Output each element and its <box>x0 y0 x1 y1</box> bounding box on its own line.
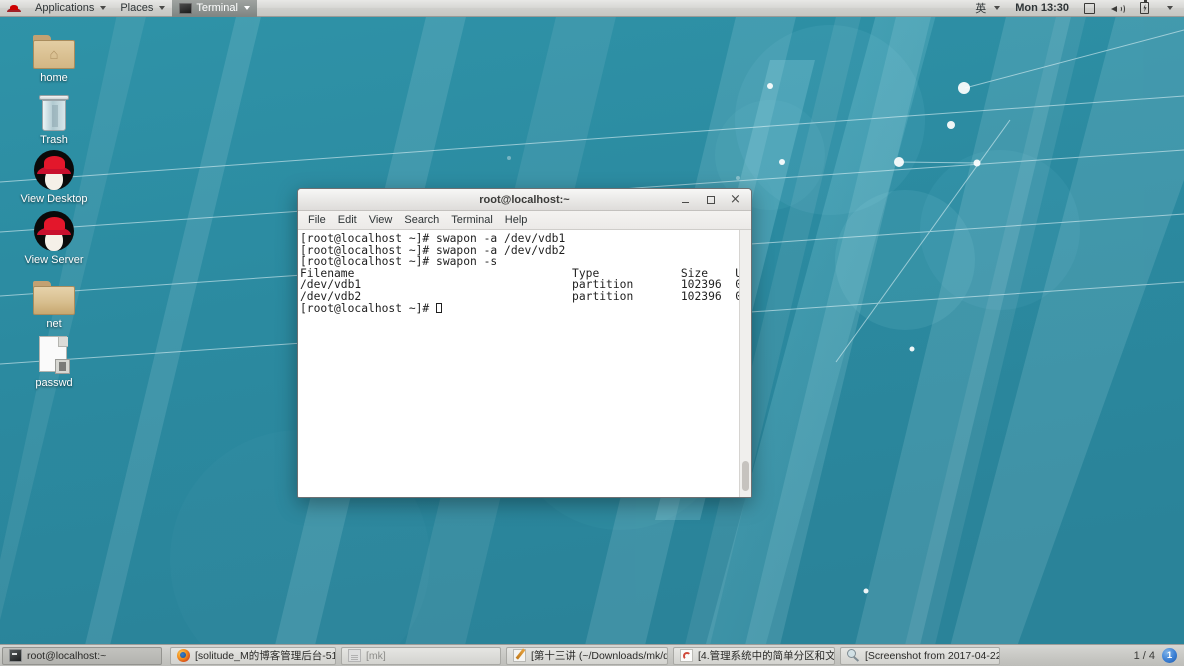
taskbar-item-label: [4.管理系统中的简单分区和文件系... <box>698 650 835 662</box>
redhat-icon <box>11 146 97 190</box>
taskbar-item-label: [mk] <box>366 649 386 662</box>
desktop-screen: Applications Places Terminal 英 Mon 13:30 <box>0 0 1184 666</box>
maximize-button[interactable] <box>704 193 717 206</box>
taskbar-item-gedit[interactable]: [第十三讲 (~/Downloads/mk/doc/... <box>506 646 668 665</box>
active-window-label: Terminal <box>196 2 238 14</box>
desktop-icon-label: home <box>40 72 68 84</box>
workspace-count-label: 1 / 4 <box>1133 649 1155 662</box>
places-menu-label: Places <box>120 2 154 14</box>
applications-menu[interactable]: Applications <box>28 0 113 17</box>
taskbar-item-label: [Screenshot from 2017-04-22 1... <box>865 649 1000 662</box>
volume-indicator[interactable] <box>1104 0 1131 17</box>
desktop-icon-home[interactable]: ⌂ home <box>11 25 97 84</box>
desktop-icon-view-desktop[interactable]: View Desktop <box>11 146 97 205</box>
trash-icon <box>11 87 97 131</box>
top-panel: Applications Places Terminal 英 Mon 13:30 <box>0 0 1184 17</box>
close-icon: × <box>730 192 741 207</box>
battery-icon <box>1140 0 1149 14</box>
folder-home-icon: ⌂ <box>11 25 97 69</box>
applications-menu-label: Applications <box>35 2 95 14</box>
terminal-scrollbar[interactable] <box>739 230 751 497</box>
desktop-icon-net[interactable]: net <box>11 271 97 330</box>
desktop-icon-label: Trash <box>40 134 68 146</box>
scrollbar-thumb[interactable] <box>742 461 749 491</box>
battery-indicator[interactable] <box>1133 0 1156 17</box>
menu-file[interactable]: File <box>302 211 332 230</box>
file-manager-icon <box>348 649 361 662</box>
terminal-output[interactable]: [root@localhost ~]# swapon -a /dev/vdb1 … <box>298 230 739 497</box>
menu-terminal[interactable]: Terminal <box>445 211 499 230</box>
taskbar-item-pdf[interactable]: [4.管理系统中的简单分区和文件系... <box>673 646 835 665</box>
bottom-panel: root@localhost:~ [solitude_M的博客管理后台-51..… <box>0 644 1184 666</box>
places-menu[interactable]: Places <box>113 0 172 17</box>
pdf-icon <box>680 649 693 662</box>
system-menu-button[interactable] <box>1158 0 1180 17</box>
terminal-icon <box>9 649 22 662</box>
chevron-down-icon <box>1167 6 1173 10</box>
input-method-label: 英 <box>975 3 987 15</box>
terminal-icon <box>179 2 193 14</box>
chevron-down-icon <box>159 6 166 10</box>
desktop-icon-label: View Server <box>24 254 84 266</box>
image-viewer-icon <box>847 649 860 662</box>
taskbar-item-label: [第十三讲 (~/Downloads/mk/doc/... <box>531 650 668 662</box>
desktop-icon-label: passwd <box>35 377 73 389</box>
input-method-indicator[interactable]: 英 <box>966 0 1007 17</box>
gedit-icon <box>513 649 526 662</box>
file-icon <box>11 330 97 374</box>
status-indicators: 英 Mon 13:30 <box>966 0 1184 17</box>
folder-icon <box>11 271 97 315</box>
clock[interactable]: Mon 13:30 <box>1009 2 1075 14</box>
terminal-cursor <box>436 302 443 313</box>
workspace-badge[interactable]: 1 <box>1162 648 1177 663</box>
terminal-window[interactable]: root@localhost:~ × File Edit View Search… <box>297 188 752 498</box>
chevron-down-icon <box>994 6 1001 10</box>
menu-view[interactable]: View <box>363 211 399 230</box>
desktop-icon-passwd[interactable]: passwd <box>11 330 97 389</box>
active-window-menu[interactable]: Terminal <box>172 0 257 17</box>
minimize-button[interactable] <box>679 193 692 206</box>
display-icon <box>1084 2 1095 14</box>
menu-help[interactable]: Help <box>499 211 534 230</box>
redhat-menu-logo[interactable] <box>0 0 28 17</box>
chevron-down-icon <box>100 6 107 10</box>
window-controls: × <box>679 193 751 206</box>
taskbar-item-terminal[interactable]: root@localhost:~ <box>2 646 162 665</box>
taskbar-item-firefox[interactable]: [solitude_M的博客管理后台-51... <box>170 646 336 665</box>
desktop-icon-label: View Desktop <box>20 193 88 205</box>
redhat-icon <box>11 207 97 251</box>
menu-edit[interactable]: Edit <box>332 211 363 230</box>
redhat-logo-icon <box>7 2 21 14</box>
taskbar-item-label: root@localhost:~ <box>27 649 107 662</box>
taskbar-item-label: [solitude_M的博客管理后台-51... <box>195 650 336 662</box>
firefox-icon <box>177 649 190 662</box>
taskbar-item-mk[interactable]: [mk] <box>341 646 501 665</box>
desktop-icon-trash[interactable]: Trash <box>11 87 97 146</box>
close-button[interactable]: × <box>729 193 742 206</box>
terminal-text: [root@localhost ~]# swapon -a /dev/vdb1 … <box>300 232 739 315</box>
workspace-switcher[interactable]: 1 / 4 1 <box>1134 648 1184 663</box>
desktop-icon-label: net <box>46 318 62 330</box>
terminal-body[interactable]: [root@localhost ~]# swapon -a /dev/vdb1 … <box>298 230 751 497</box>
taskbar-item-screenshot[interactable]: [Screenshot from 2017-04-22 1... <box>840 646 1000 665</box>
volume-icon <box>1111 3 1125 14</box>
terminal-titlebar[interactable]: root@localhost:~ × <box>298 189 751 211</box>
terminal-menubar: File Edit View Search Terminal Help <box>298 211 751 230</box>
chevron-down-icon <box>243 6 250 10</box>
desktop-icon-view-server[interactable]: View Server <box>11 207 97 266</box>
menu-search[interactable]: Search <box>398 211 445 230</box>
display-indicator[interactable] <box>1077 0 1102 17</box>
